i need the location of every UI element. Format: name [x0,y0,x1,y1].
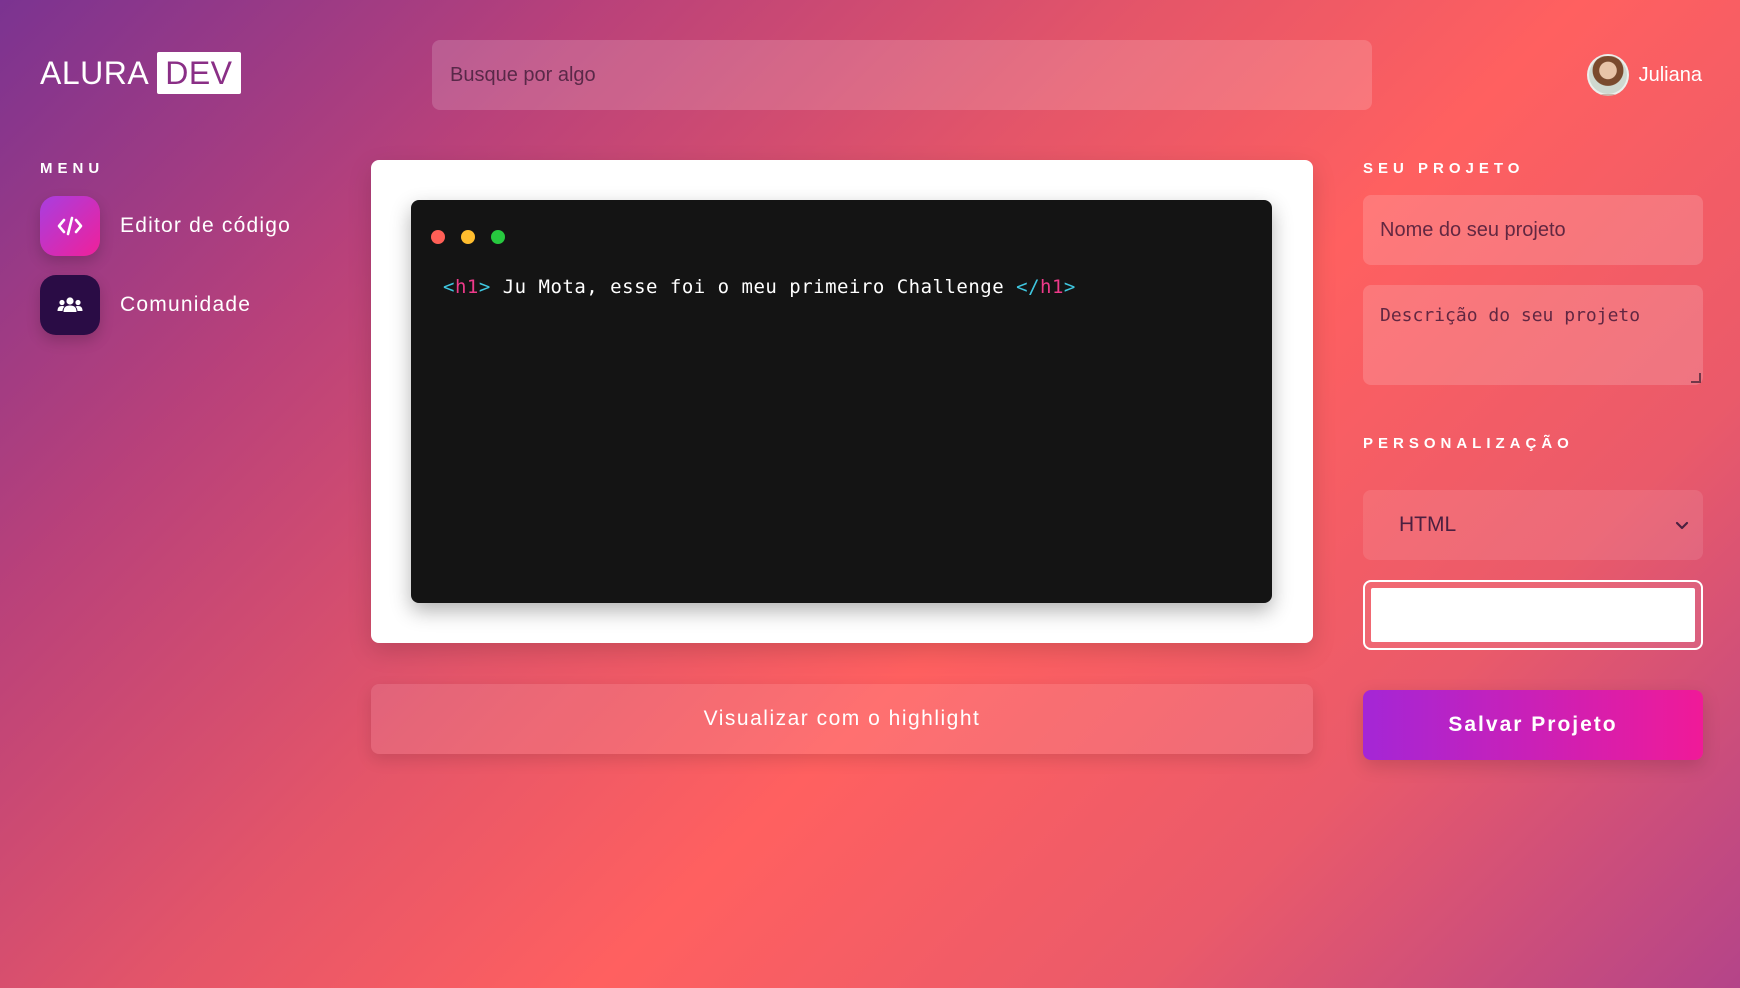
language-select[interactable]: HTML [1363,490,1703,560]
logo-badge: DEV [157,52,241,94]
code-tag-name: h1 [1040,276,1064,298]
code-text: Ju Mota, esse foi o meu primeiro Challen… [490,276,1017,298]
preview-highlight-button[interactable]: Visualizar com o highlight [371,684,1313,754]
resize-handle-icon[interactable] [1691,373,1701,383]
user-profile[interactable]: Juliana [1586,54,1702,96]
language-select-value: HTML [1399,513,1457,536]
code-bracket: </ [1016,276,1041,298]
sidebar-item-community[interactable]: Comunidade [40,275,251,335]
sidebar-item-code-editor[interactable]: Editor de código [40,196,291,256]
code-icon[interactable] [40,196,100,256]
sidebar-item-label: Comunidade [120,293,252,316]
project-description-field[interactable] [1363,285,1703,385]
color-swatch [1371,588,1695,642]
editor-container: <h1> Ju Mota, esse foi o meu primeiro Ch… [371,160,1313,643]
users-icon[interactable] [40,275,100,335]
chevron-down-icon [1675,515,1689,536]
red-dot-icon [431,230,445,244]
customization-section-title: PERSONALIZAÇÃO [1363,435,1574,452]
logo[interactable]: ALURA DEV [40,52,241,94]
code-tag-name: h1 [454,276,479,298]
code-line[interactable]: <h1> Ju Mota, esse foi o meu primeiro Ch… [443,276,1076,298]
green-dot-icon [491,230,505,244]
menu-title: MENU [40,160,105,177]
user-name: Juliana [1638,63,1702,86]
yellow-dot-icon [461,230,475,244]
save-project-button[interactable]: Salvar Projeto [1363,690,1703,760]
logo-text: ALURA [40,54,150,91]
sidebar-item-label: Editor de código [120,214,291,237]
project-name-field[interactable] [1363,195,1703,265]
code-bracket: > [478,276,491,298]
project-section-title: SEU PROJETO [1363,160,1525,177]
window-controls [431,230,505,244]
search-input[interactable] [432,40,1372,110]
code-editor[interactable]: <h1> Ju Mota, esse foi o meu primeiro Ch… [411,200,1272,603]
avatar[interactable] [1586,54,1629,96]
code-bracket: < [443,276,455,298]
code-bracket: > [1063,276,1076,298]
color-picker[interactable] [1363,580,1703,650]
